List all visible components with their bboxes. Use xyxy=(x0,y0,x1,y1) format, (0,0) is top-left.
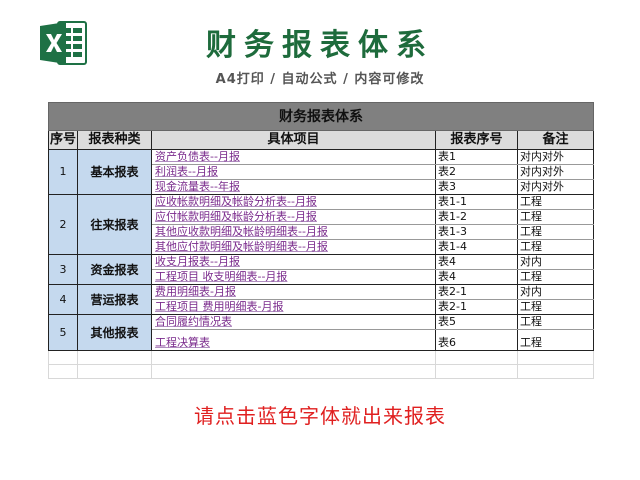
empty-cell[interactable] xyxy=(435,350,518,365)
report-link[interactable]: 工程项目 费用明细表-月报 xyxy=(151,299,436,315)
col-header-item: 具体项目 xyxy=(151,130,436,150)
empty-cell[interactable] xyxy=(77,350,152,365)
click-hint: 请点击蓝色字体就出来报表 xyxy=(194,404,446,428)
report-note: 工程 xyxy=(517,269,594,285)
report-link[interactable]: 现金流量表--年报 xyxy=(151,179,436,195)
report-code: 表1 xyxy=(435,149,518,165)
report-code: 表4 xyxy=(435,254,518,270)
page-header: 财务报表体系 A4打印 / 自动公式 / 内容可修改 xyxy=(0,0,640,100)
empty-row xyxy=(48,364,594,379)
report-code: 表3 xyxy=(435,179,518,195)
page-subtitle: A4打印 / 自动公式 / 内容可修改 xyxy=(215,72,425,87)
empty-cell[interactable] xyxy=(151,350,436,365)
report-code: 表5 xyxy=(435,314,518,330)
col-header-no: 序号 xyxy=(48,130,78,150)
report-code: 表1-2 xyxy=(435,209,518,225)
report-code: 表1-1 xyxy=(435,194,518,210)
group-number: 5 xyxy=(48,314,78,351)
report-link[interactable]: 其他应付款明细及帐龄明细表--月报 xyxy=(151,239,436,255)
col-header-code: 报表序号 xyxy=(435,130,518,150)
report-category: 营运报表 xyxy=(77,284,152,315)
empty-cell[interactable] xyxy=(517,350,594,365)
report-code: 表2-1 xyxy=(435,299,518,315)
table-row: 2 往来报表 应收帐款明细及帐龄分析表--月报 表1-1 工程 xyxy=(48,194,594,255)
empty-row xyxy=(48,350,594,365)
report-link[interactable]: 工程项目 收支明细表--月报 xyxy=(151,269,436,285)
group-number: 2 xyxy=(48,194,78,255)
report-link[interactable]: 资产负债表--月报 xyxy=(151,149,436,165)
report-note: 对内对外 xyxy=(517,149,594,165)
table-row: 4 营运报表 费用明细表-月报 表2-1 对内 xyxy=(48,284,594,315)
table-row: 1 基本报表 资产负债表--月报 表1 对内对外 xyxy=(48,149,594,195)
report-code: 表1-3 xyxy=(435,224,518,240)
empty-cell[interactable] xyxy=(48,350,78,365)
report-code: 表4 xyxy=(435,269,518,285)
table-row: 3 资金报表 收支月报表--月报 表4 对内 xyxy=(48,254,594,285)
group-number: 3 xyxy=(48,254,78,285)
report-note: 工程 xyxy=(517,239,594,255)
report-note: 工程 xyxy=(517,224,594,240)
page-title: 财务报表体系 xyxy=(206,28,434,63)
report-note: 工程 xyxy=(517,194,594,210)
report-note: 对内对外 xyxy=(517,164,594,180)
empty-cell[interactable] xyxy=(435,364,518,379)
group-number: 4 xyxy=(48,284,78,315)
column-header-row: 序号 报表种类 具体项目 报表序号 备注 xyxy=(48,130,594,150)
report-note: 对内 xyxy=(517,254,594,270)
table-row: 5 其他报表 合同履约情况表 表5 工程 xyxy=(48,314,594,351)
group-number: 1 xyxy=(48,149,78,195)
col-header-type: 报表种类 xyxy=(77,130,152,150)
report-link[interactable]: 合同履约情况表 xyxy=(151,314,436,330)
col-header-note: 备注 xyxy=(517,130,594,150)
banner-row: 财务报表体系 xyxy=(48,102,594,131)
report-code: 表2-1 xyxy=(435,284,518,300)
report-code: 表6 xyxy=(435,329,518,351)
sheet-banner: 财务报表体系 xyxy=(48,102,594,131)
report-note: 对内对外 xyxy=(517,179,594,195)
report-link[interactable]: 应收帐款明细及帐龄分析表--月报 xyxy=(151,194,436,210)
report-link[interactable]: 应付帐款明细及帐龄分析表--月报 xyxy=(151,209,436,225)
report-note: 工程 xyxy=(517,209,594,225)
report-code: 表2 xyxy=(435,164,518,180)
report-link[interactable]: 收支月报表--月报 xyxy=(151,254,436,270)
report-category: 其他报表 xyxy=(77,314,152,351)
report-note: 工程 xyxy=(517,329,594,351)
report-note: 对内 xyxy=(517,284,594,300)
report-link[interactable]: 其他应收款明细及帐龄明细表--月报 xyxy=(151,224,436,240)
empty-cell[interactable] xyxy=(77,364,152,379)
report-category: 资金报表 xyxy=(77,254,152,285)
report-category: 基本报表 xyxy=(77,149,152,195)
report-table: 财务报表体系 序号 报表种类 具体项目 报表序号 备注 1 基本报表 资产负债表--… xyxy=(48,102,594,379)
empty-cell[interactable] xyxy=(517,364,594,379)
report-link[interactable]: 利润表--月报 xyxy=(151,164,436,180)
empty-cell[interactable] xyxy=(48,364,78,379)
report-category: 往来报表 xyxy=(77,194,152,255)
report-link[interactable]: 费用明细表-月报 xyxy=(151,284,436,300)
report-link[interactable]: 工程决算表 xyxy=(151,329,436,351)
report-note: 工程 xyxy=(517,314,594,330)
empty-cell[interactable] xyxy=(151,364,436,379)
report-note: 工程 xyxy=(517,299,594,315)
report-code: 表1-4 xyxy=(435,239,518,255)
